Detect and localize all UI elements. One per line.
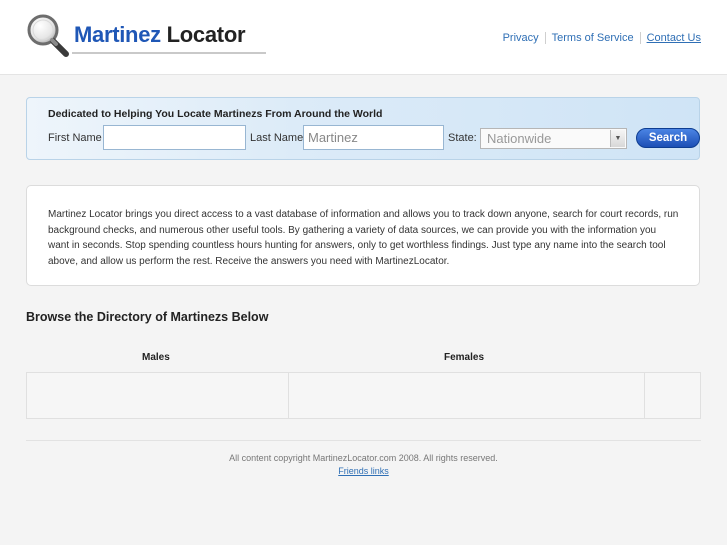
friends-links[interactable]: Friends links: [338, 466, 389, 476]
logo-text: Martinez Locator: [74, 22, 246, 48]
first-name-label: First Name: [48, 132, 102, 144]
site-header: Martinez Locator Privacy Terms of Service…: [0, 0, 727, 75]
search-button[interactable]: Search: [636, 128, 700, 148]
logo-underline: [72, 52, 266, 54]
search-panel: Dedicated to Helping You Locate Martinez…: [26, 97, 700, 160]
extra-cell: [645, 373, 700, 418]
state-label: State:: [448, 132, 477, 144]
males-cell: [27, 373, 289, 418]
magnifier-icon: [27, 14, 69, 57]
females-cell: [289, 373, 645, 418]
chevron-down-icon[interactable]: ▼: [610, 130, 625, 147]
intro-box: Martinez Locator brings you direct acces…: [26, 185, 700, 286]
state-select-value: Nationwide: [487, 131, 552, 146]
first-name-input[interactable]: [103, 125, 246, 150]
nav-privacy-link[interactable]: Privacy: [496, 32, 546, 44]
top-navigation: Privacy Terms of Service Contact Us: [496, 32, 701, 44]
footer-divider: [26, 440, 701, 441]
intro-text: Martinez Locator brings you direct acces…: [48, 209, 679, 267]
site-logo[interactable]: Martinez Locator: [26, 14, 266, 58]
last-name-input[interactable]: Martinez: [303, 125, 444, 150]
logo-brand: Martinez: [74, 22, 161, 47]
last-name-label: Last Name: [250, 132, 304, 144]
nav-terms-link[interactable]: Terms of Service: [545, 32, 641, 44]
nav-contact-link[interactable]: Contact Us: [641, 32, 701, 44]
logo-rest: Locator: [166, 22, 246, 47]
copyright-text: All content copyright MartinezLocator.co…: [229, 453, 498, 463]
search-tagline: Dedicated to Helping You Locate Martinez…: [48, 108, 383, 120]
state-select[interactable]: Nationwide ▼: [480, 128, 627, 149]
directory-table: [26, 372, 701, 419]
females-column-header: Females: [444, 352, 485, 363]
directory-title: Browse the Directory of Martinezs Below: [26, 310, 269, 324]
footer: All content copyright MartinezLocator.co…: [0, 453, 727, 476]
males-column-header: Males: [142, 352, 170, 363]
